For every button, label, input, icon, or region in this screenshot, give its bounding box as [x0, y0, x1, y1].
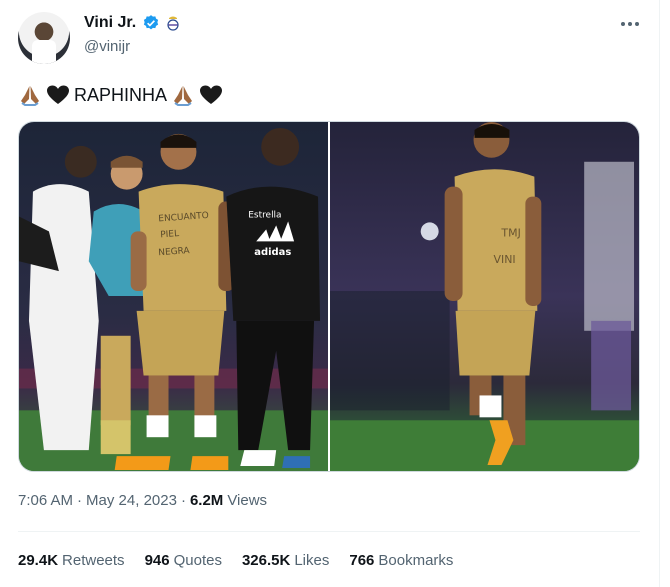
author-name[interactable]: Vini Jr.	[84, 14, 136, 32]
svg-text:PIEL: PIEL	[160, 229, 179, 240]
retweets-count: 29.4K	[18, 552, 59, 569]
tweet-text: RAPHINHA	[18, 84, 223, 106]
svg-text:adidas: adidas	[254, 247, 291, 258]
praying-hands-icon	[21, 86, 39, 106]
retweets-label: Retweets	[62, 552, 125, 569]
verified-icon	[144, 15, 159, 30]
author-name-row: Vini Jr.	[84, 14, 180, 32]
tweet-meta: 7:06 AM · May 24, 2023 · 6.2M Views	[18, 492, 267, 509]
tweet-card: Vini Jr. @vinijr RAPHINHA ENCUANTO PIEL …	[0, 0, 660, 587]
tweet-text-content: RAPHINHA	[74, 84, 168, 105]
views-count[interactable]: 6.2M	[190, 492, 223, 509]
tweet-stats: 29.4K Retweets 946 Quotes 326.5K Likes 7…	[18, 552, 453, 569]
divider	[18, 531, 640, 532]
real-madrid-crest-icon	[167, 16, 179, 31]
meta-separator: ·	[77, 492, 83, 509]
more-icon[interactable]	[618, 14, 642, 34]
photo-right[interactable]: TMJ VINI	[330, 122, 639, 471]
tweet-media[interactable]: ENCUANTO PIEL NEGRA Estrella adidas TMJ …	[18, 121, 640, 472]
photo-left[interactable]: ENCUANTO PIEL NEGRA Estrella adidas	[19, 122, 328, 471]
svg-text:TMJ: TMJ	[500, 226, 520, 239]
likes-label: Likes	[294, 552, 330, 569]
black-heart-icon	[47, 85, 69, 104]
quotes-label: Quotes	[173, 552, 222, 569]
quotes-count: 946	[144, 552, 170, 569]
meta-separator: ·	[180, 492, 186, 509]
likes-stat[interactable]: 326.5K Likes	[242, 552, 329, 569]
bookmarks-stat[interactable]: 766 Bookmarks	[349, 552, 453, 569]
likes-count: 326.5K	[241, 552, 291, 569]
black-heart-icon	[200, 85, 223, 104]
quotes-stat[interactable]: 946 Quotes	[145, 552, 222, 569]
tweet-time[interactable]: 7:06 AM	[18, 492, 73, 509]
bookmarks-count: 766	[349, 552, 375, 569]
retweets-stat[interactable]: 29.4K Retweets	[18, 552, 125, 569]
svg-text:VINI: VINI	[493, 253, 515, 266]
bookmarks-label: Bookmarks	[378, 552, 454, 569]
svg-text:Estrella: Estrella	[248, 210, 281, 220]
tweet-date[interactable]: May 24, 2023	[86, 492, 177, 509]
avatar[interactable]	[18, 12, 70, 64]
views-label: Views	[227, 492, 268, 509]
praying-hands-icon	[174, 86, 193, 106]
author-handle[interactable]: @vinijr	[84, 38, 130, 55]
